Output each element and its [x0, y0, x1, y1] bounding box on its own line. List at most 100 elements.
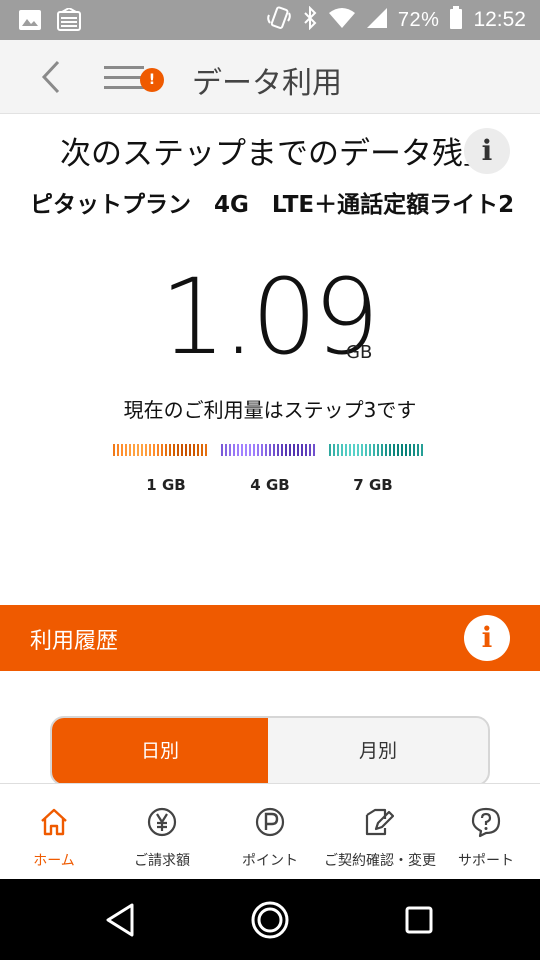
step-bar-segment: [281, 444, 283, 456]
step-bar-3: [329, 444, 427, 456]
system-back-button[interactable]: [98, 897, 144, 943]
current-step-text: 現在のご利用量はステップ3です: [123, 398, 417, 422]
nav-home[interactable]: ホーム: [0, 784, 108, 880]
nav-billing-label: ご請求額: [134, 853, 190, 869]
step-bar-segment: [161, 444, 163, 456]
step-bar-segment: [353, 444, 355, 456]
vibrate-icon: [266, 5, 292, 35]
system-recents-button[interactable]: [396, 897, 442, 943]
step-bar-segment: [365, 444, 367, 456]
step-bar-segment: [293, 444, 295, 456]
step-bar-segment: [165, 444, 167, 456]
triangle-back-icon: [106, 903, 134, 937]
point-icon: [255, 807, 285, 837]
back-button[interactable]: [34, 56, 70, 98]
app-header: ! データ利用: [0, 40, 540, 114]
step-bar-segment: [401, 444, 403, 456]
nav-billing[interactable]: ご請求額: [108, 784, 216, 880]
step-bar-segment: [297, 444, 299, 456]
step-bar-segment: [237, 444, 239, 456]
step-bar-segment: [329, 444, 331, 456]
step-bar-segment: [145, 444, 147, 456]
step-bar-segment: [261, 444, 263, 456]
step-bar-segment: [193, 444, 195, 456]
step-bar-segment: [373, 444, 375, 456]
step-bar-segment: [417, 444, 419, 456]
step-bar-segment: [273, 444, 275, 456]
step-bar-segment: [333, 444, 335, 456]
nav-support[interactable]: サポート: [432, 784, 540, 880]
step-bar-segment: [357, 444, 359, 456]
step-bar-segment: [409, 444, 411, 456]
step-bar-segment: [301, 444, 303, 456]
step-bar-segment: [233, 444, 235, 456]
notification-badge: !: [140, 68, 164, 92]
history-title: 利用履歴: [30, 629, 119, 654]
nav-support-label: サポート: [458, 853, 514, 869]
step-bar-segment: [361, 444, 363, 456]
remaining-info-button[interactable]: i: [464, 128, 510, 174]
plan-name: ピタットプラン 4G LTE＋通話定額ライト2: [30, 192, 515, 218]
step-label-2: 4 GB: [250, 476, 290, 494]
step-label-1: 1 GB: [146, 476, 186, 494]
step-bar-segment: [313, 444, 315, 456]
tab-monthly[interactable]: 月別: [270, 718, 486, 784]
step-bar-segment: [189, 444, 191, 456]
step-label-3: 7 GB: [353, 476, 393, 494]
step-bar-segment: [173, 444, 175, 456]
tab-daily[interactable]: 日別: [52, 718, 268, 784]
step-bar-segment: [349, 444, 351, 456]
status-bar: 72% 12:52: [0, 0, 540, 40]
remaining-value: 1.09: [160, 256, 380, 378]
step-bar-segment: [225, 444, 227, 456]
chevron-left-icon: [41, 60, 60, 94]
step-bar-segment: [277, 444, 279, 456]
nav-points[interactable]: ポイント: [216, 784, 324, 880]
status-bar-left: [18, 6, 82, 36]
step-bar-segment: [181, 444, 183, 456]
bluetooth-icon: [302, 5, 318, 34]
step-bar-1: [113, 444, 211, 456]
step-bar-segment: [389, 444, 391, 456]
step-bar-segment: [285, 444, 287, 456]
step-bar-segment: [169, 444, 171, 456]
battery-percent: 72%: [397, 8, 440, 31]
step-bar-segment: [289, 444, 291, 456]
step-bar-segment: [129, 444, 131, 456]
step-bar-segment: [197, 444, 199, 456]
step-bar-segment: [345, 444, 347, 456]
step-bar-segment: [269, 444, 271, 456]
step-bar-segment: [113, 444, 115, 456]
step-bar-segment: [153, 444, 155, 456]
step-bar-segment: [381, 444, 383, 456]
step-bar-segment: [413, 444, 415, 456]
help-icon: [471, 807, 501, 838]
system-home-button[interactable]: [247, 897, 293, 943]
step-bar-segment: [405, 444, 407, 456]
step-bar-segment: [125, 444, 127, 456]
step-bar-segment: [249, 444, 251, 456]
history-header: 利用履歴 i: [0, 605, 540, 671]
contract-edit-icon: [365, 808, 394, 836]
step-bar-segment: [309, 444, 311, 456]
step-bar-segment: [265, 444, 267, 456]
step-bar-segment: [241, 444, 243, 456]
yen-icon: [147, 807, 177, 837]
nav-contract[interactable]: ご契約確認・変更: [324, 784, 436, 880]
step-bar-segment: [221, 444, 223, 456]
step-bar-segment: [117, 444, 119, 456]
step-bar-segment: [341, 444, 343, 456]
menu-button[interactable]: !: [104, 62, 164, 94]
step-bar-segment: [137, 444, 139, 456]
step-bar-segment: [421, 444, 423, 456]
screen-cast-icon: [56, 6, 82, 36]
system-nav-bar: [0, 879, 540, 960]
image-icon: [18, 9, 42, 35]
nav-contract-label: ご契約確認・変更: [324, 853, 436, 869]
bottom-nav: ホーム ご請求額 ポイント ご契約確認・変更 サポート: [0, 783, 540, 879]
period-toggle: 日別 月別: [50, 716, 490, 786]
history-info-button[interactable]: i: [464, 615, 510, 661]
step-bar-segment: [141, 444, 143, 456]
step-bar-segment: [337, 444, 339, 456]
step-bar-segment: [393, 444, 395, 456]
